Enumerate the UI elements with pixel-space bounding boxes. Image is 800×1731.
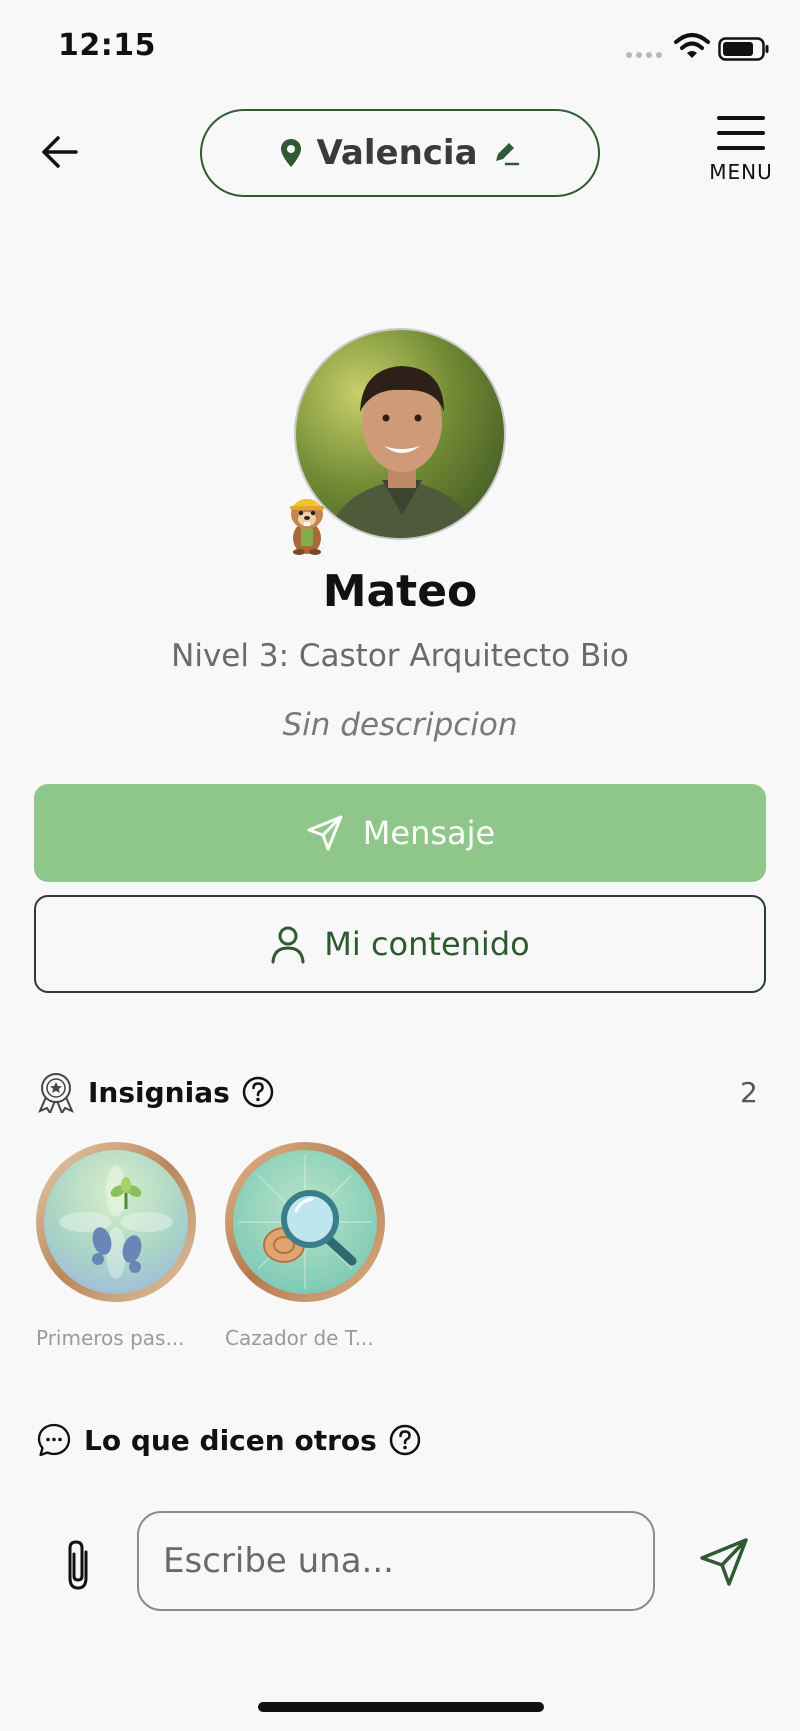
my-content-button-label: Mi contenido [324,925,530,963]
badge-label-treasure-hunter: Cazador de T... [225,1326,374,1350]
menu-label: MENU [709,160,773,184]
magnifying-glass-badge-icon [225,1142,385,1302]
footsteps-badge-icon [36,1142,196,1302]
menu-button[interactable]: MENU [706,116,776,200]
chat-bubble-icon [37,1423,71,1457]
location-name: Valencia [316,133,478,173]
badges-header: Insignias [36,1071,274,1113]
location-selector[interactable]: Valencia [200,109,600,197]
location-pin-icon [281,139,302,167]
help-icon[interactable] [242,1076,274,1108]
badge-treasure-hunter[interactable] [224,1141,386,1303]
wifi-icon [674,33,710,58]
comments-title: Lo que dicen otros [84,1423,377,1457]
profile-description: Sin descripcion [282,707,518,743]
award-ribbon-icon [38,1073,74,1113]
back-arrow-icon[interactable] [36,130,84,174]
badge-first-steps[interactable] [35,1141,197,1303]
send-icon [307,815,343,851]
comment-input[interactable] [137,1511,655,1611]
hamburger-menu-icon [706,116,776,150]
beaver-mascot-icon [290,499,324,555]
cellular-signal-icon [626,52,662,58]
badges-title: Insignias [88,1075,230,1109]
user-icon [271,926,305,964]
badges-count: 2 [740,1076,758,1109]
my-content-button[interactable]: Mi contenido [34,895,766,993]
paperclip-icon[interactable] [58,1538,100,1592]
badge-label-first-steps: Primeros pas... [36,1326,185,1350]
edit-pencil-icon [495,143,519,166]
message-button[interactable]: Mensaje [34,784,766,882]
status-time: 12:15 [58,28,156,63]
profile-name: Mateo [322,566,478,617]
home-indicator[interactable] [258,1702,544,1712]
comments-header: Lo que dicen otros [36,1422,421,1458]
send-comment-icon[interactable] [696,1534,752,1590]
battery-icon [718,37,769,61]
help-icon[interactable] [389,1424,421,1456]
profile-level: Nivel 3: Castor Arquitecto Bio [171,638,629,674]
message-button-label: Mensaje [362,814,496,852]
